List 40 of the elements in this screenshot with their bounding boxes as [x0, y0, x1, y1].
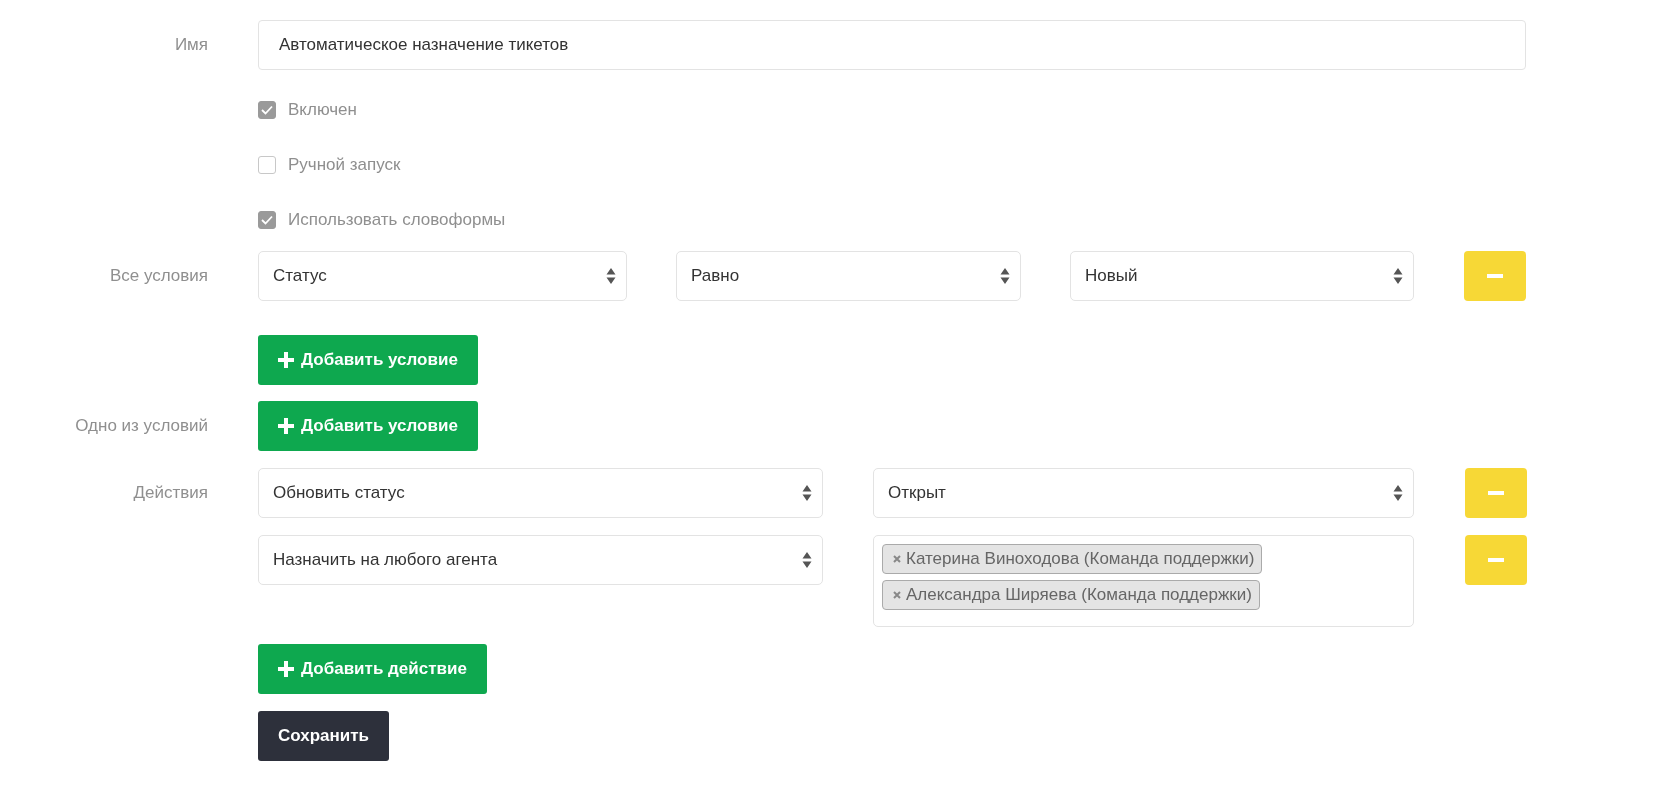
remove-button[interactable] [1465, 468, 1527, 518]
remove-button[interactable] [1464, 251, 1526, 301]
select-field[interactable]: Открыт [873, 468, 1414, 518]
check-icon [261, 105, 273, 115]
sort-arrows-icon [1393, 267, 1403, 285]
close-icon [893, 591, 901, 599]
check-icon [261, 215, 273, 225]
minus-icon [1488, 491, 1504, 495]
sort-arrows-icon [1393, 484, 1403, 502]
sort-arrows-icon [606, 267, 616, 285]
field-label: Одно из условий [75, 416, 208, 435]
minus-icon [1487, 274, 1503, 278]
multi-select-field[interactable]: Катерина Виноходова (Команда поддержки) Александра Ширяева (Команда поддержки) [873, 535, 1414, 627]
field-label: Имя [174, 35, 208, 54]
checkbox-label: Включен [288, 100, 357, 120]
checkbox-label: Ручной запуск [288, 155, 401, 175]
select-field[interactable]: Статус [258, 251, 627, 301]
close-icon [893, 555, 901, 563]
sort-arrows-icon [802, 551, 812, 569]
select-field[interactable]: Назначить на любого агента [258, 535, 823, 585]
checkbox[interactable] [258, 156, 276, 174]
plus-icon [278, 418, 294, 434]
select-field[interactable]: Новый [1070, 251, 1414, 301]
tag-chip[interactable]: Александра Ширяева (Команда поддержки) [882, 580, 1260, 610]
checkbox-label: Использовать словоформы [288, 210, 506, 230]
name-input[interactable]: Автоматическое назначение тикетов [258, 20, 1526, 70]
save-button[interactable]: Сохранить [258, 711, 390, 761]
plus-icon [278, 352, 294, 368]
checkbox[interactable] [258, 101, 276, 119]
checkbox[interactable] [258, 211, 276, 229]
select-field[interactable]: Равно [676, 251, 1021, 301]
tag-chip[interactable]: Катерина Виноходова (Команда поддержки) [882, 544, 1263, 574]
field-label: Все условия [109, 266, 208, 285]
select-field[interactable]: Обновить статус [258, 468, 823, 518]
sort-arrows-icon [1000, 267, 1010, 285]
minus-icon [1488, 558, 1504, 562]
sort-arrows-icon [802, 484, 812, 502]
remove-button[interactable] [1465, 535, 1527, 585]
field-label: Действия [133, 483, 208, 502]
plus-icon [278, 661, 294, 677]
